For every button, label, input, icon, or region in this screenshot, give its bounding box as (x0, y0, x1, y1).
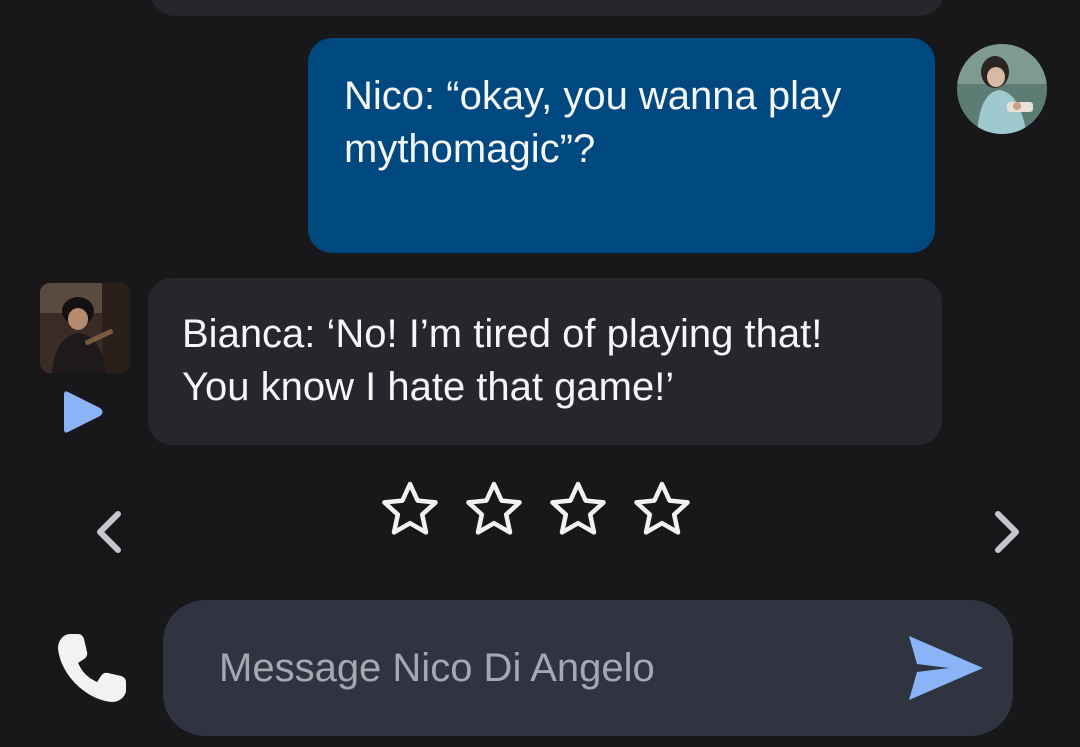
play-icon (64, 391, 103, 433)
phone-icon (58, 634, 126, 702)
chevron-right-icon (995, 511, 1019, 553)
next-response-button[interactable] (988, 506, 1028, 558)
character-message-bubble: Bianca: ‘No! I’m tired of playing that! … (148, 278, 942, 445)
chevron-left-icon (97, 511, 121, 553)
send-icon (909, 636, 983, 700)
user-message-bubble: Nico: “okay, you wanna play mythomagic”? (308, 38, 935, 253)
message-composer (163, 600, 1013, 736)
star-outline-icon[interactable] (546, 478, 610, 542)
star-outline-icon[interactable] (462, 478, 526, 542)
user-avatar[interactable] (957, 44, 1047, 134)
star-rating (378, 478, 694, 542)
user-avatar-image (957, 44, 1047, 134)
character-avatar[interactable] (40, 283, 130, 373)
user-message-text: Nico: “okay, you wanna play mythomagic”? (344, 74, 842, 171)
call-button[interactable] (52, 628, 132, 708)
star-outline-icon[interactable] (630, 478, 694, 542)
star-outline-icon[interactable] (378, 478, 442, 542)
previous-message-bubble (150, 0, 945, 16)
character-message-text: Bianca: ‘No! I’m tired of playing that! … (182, 312, 823, 409)
character-avatar-image (40, 283, 130, 373)
play-voice-button[interactable] (60, 386, 108, 438)
send-button[interactable] (905, 632, 987, 704)
previous-response-button[interactable] (88, 506, 128, 558)
message-input[interactable] (219, 634, 879, 702)
